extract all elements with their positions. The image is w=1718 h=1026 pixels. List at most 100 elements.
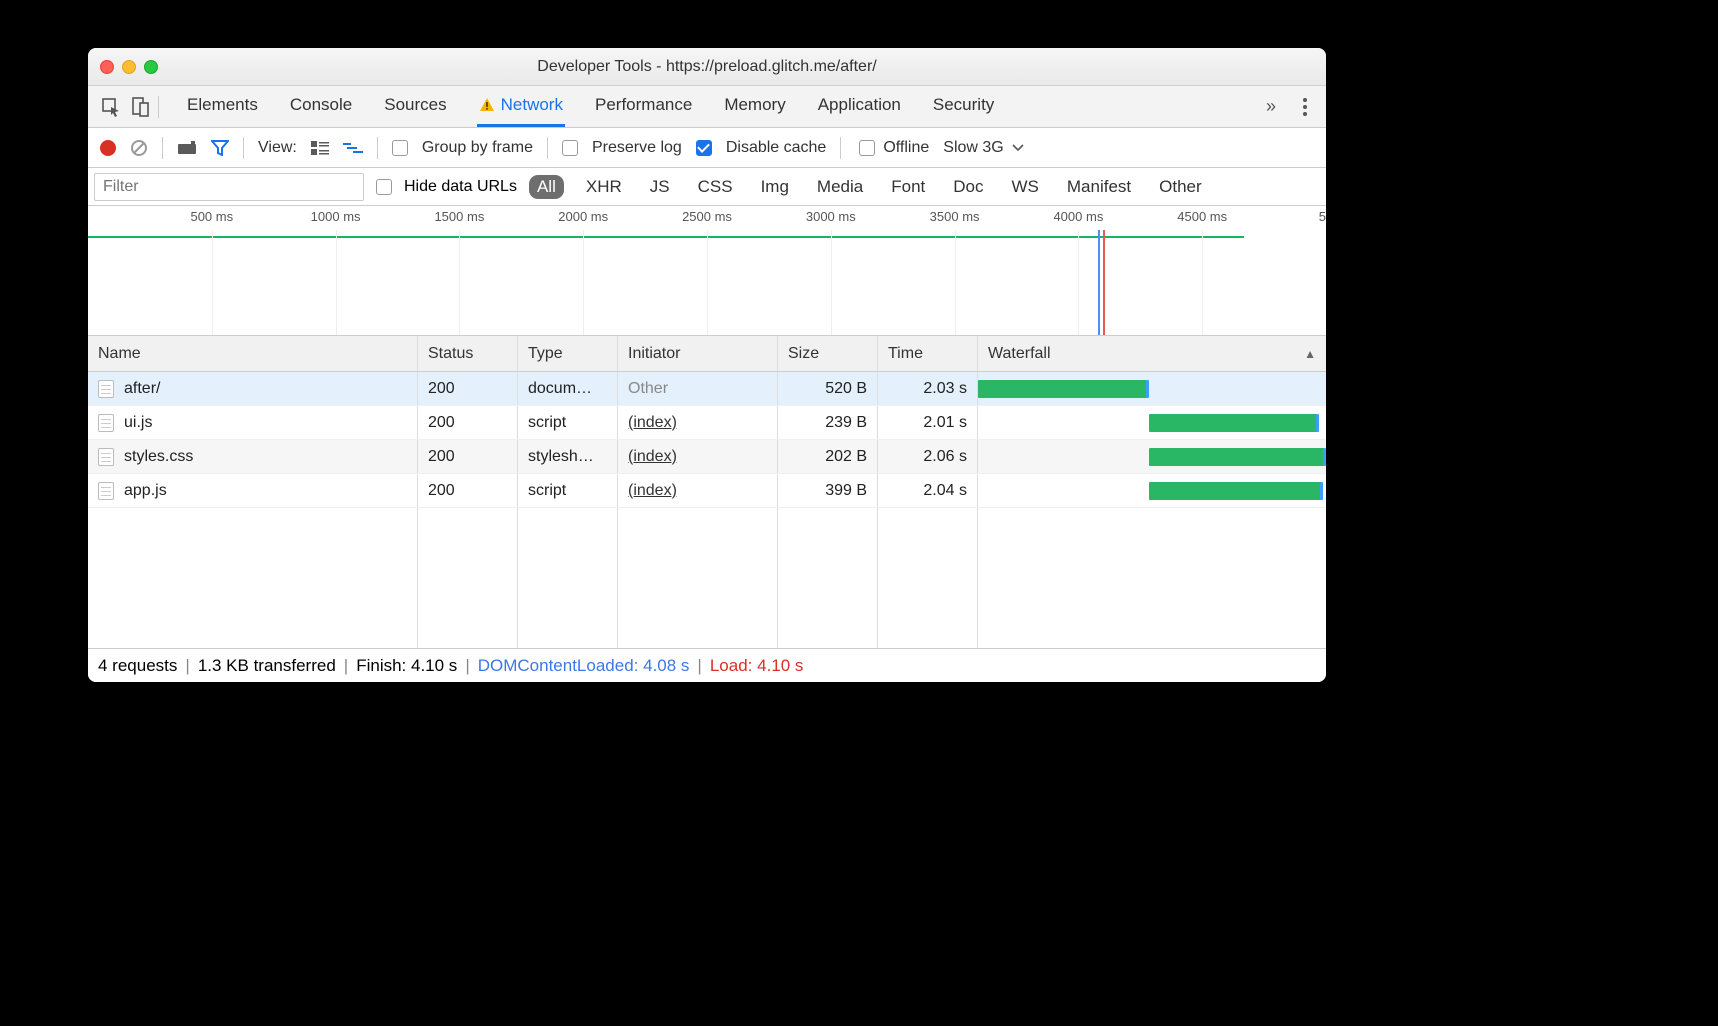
table-row[interactable]: styles.css200stylesh…(index)202 B2.06 s [88,440,1326,474]
cell-size: 520 B [778,372,878,405]
waterfall-bar [1149,414,1320,432]
filter-type-doc[interactable]: Doc [947,176,989,198]
timeline-tick: 4500 ms [1177,209,1227,224]
status-load: Load: 4.10 s [710,656,804,676]
warning-icon [479,97,495,113]
chevron-down-icon[interactable] [1012,144,1024,152]
file-icon [98,448,114,466]
cell-initiator[interactable]: (index) [618,406,778,439]
screenshots-icon[interactable] [177,141,197,155]
panel-tabs: Elements Console Sources Network Performance… [185,86,1254,127]
close-window-button[interactable] [100,60,114,74]
col-waterfall[interactable]: Waterfall ▲ [978,336,1326,371]
cell-waterfall [978,406,1326,439]
table-header: Name Status Type Initiator Size Time Wat… [88,336,1326,372]
hide-data-urls-checkbox[interactable] [376,179,392,195]
tab-performance[interactable]: Performance [593,86,694,127]
cell-time: 2.06 s [878,440,978,473]
file-icon [98,482,114,500]
type-filter-row: All XHR JS CSS Img Media Font Doc WS Manifest Othe… [529,175,1208,199]
col-type[interactable]: Type [518,336,618,371]
col-size[interactable]: Size [778,336,878,371]
tab-console[interactable]: Console [288,86,354,127]
col-status[interactable]: Status [418,336,518,371]
cell-name: ui.js [88,406,418,439]
timeline-tick: 4000 ms [1053,209,1103,224]
filter-type-media[interactable]: Media [811,176,869,198]
filter-type-js[interactable]: JS [644,176,676,198]
view-label: View: [258,139,297,157]
group-by-frame-label: Group by frame [422,139,533,157]
device-toolbar-icon[interactable] [128,94,154,120]
filter-type-xhr[interactable]: XHR [580,176,628,198]
cell-time: 2.04 s [878,474,978,507]
timeline-overview[interactable]: 500 ms1000 ms1500 ms2000 ms2500 ms3000 m… [88,206,1326,336]
col-name[interactable]: Name [88,336,418,371]
filter-type-img[interactable]: Img [755,176,795,198]
table-empty-space [88,508,1326,648]
cell-name: after/ [88,372,418,405]
overview-toggle-icon[interactable] [343,141,363,155]
divider [158,96,159,118]
hide-data-urls-label: Hide data URLs [404,178,517,196]
status-transferred: 1.3 KB transferred [198,656,336,676]
table-row[interactable]: after/200docum…Other520 B2.03 s [88,372,1326,406]
status-dcl: DOMContentLoaded: 4.08 s [478,656,690,676]
col-initiator[interactable]: Initiator [618,336,778,371]
sort-asc-icon: ▲ [1304,347,1316,361]
filter-type-all[interactable]: All [529,175,564,199]
divider [547,137,548,159]
offline-checkbox[interactable] [859,140,875,156]
record-button[interactable] [100,140,116,156]
divider [162,137,163,159]
titlebar: Developer Tools - https://preload.glitch… [88,48,1326,86]
offline-label: Offline [883,139,929,157]
table-row[interactable]: ui.js200script(index)239 B2.01 s [88,406,1326,440]
request-table: Name Status Type Initiator Size Time Wat… [88,336,1326,648]
network-toolbar: View: Group by frame Preserve log Disabl… [88,128,1326,168]
large-rows-icon[interactable] [311,141,329,155]
cell-size: 399 B [778,474,878,507]
tab-network[interactable]: Network [477,86,565,127]
filter-icon[interactable] [211,140,229,156]
cell-status: 200 [418,372,518,405]
disable-cache-checkbox[interactable] [696,140,712,156]
cell-status: 200 [418,474,518,507]
cell-time: 2.01 s [878,406,978,439]
tab-elements[interactable]: Elements [185,86,260,127]
timeline-gridline [336,230,337,335]
tab-security[interactable]: Security [931,86,996,127]
tabs-overflow-button[interactable]: » [1258,94,1284,120]
tab-sources[interactable]: Sources [382,86,448,127]
cell-initiator[interactable]: Other [618,372,778,405]
file-icon [98,380,114,398]
filter-type-font[interactable]: Font [885,176,931,198]
cell-type: stylesh… [518,440,618,473]
zoom-window-button[interactable] [144,60,158,74]
cell-initiator[interactable]: (index) [618,440,778,473]
filter-type-css[interactable]: CSS [692,176,739,198]
cell-name: styles.css [88,440,418,473]
group-by-frame-checkbox[interactable] [392,140,408,156]
table-row[interactable]: app.js200script(index)399 B2.04 s [88,474,1326,508]
filter-type-other[interactable]: Other [1153,176,1208,198]
dcl-marker [1098,230,1100,335]
more-menu-button[interactable] [1294,98,1316,116]
filter-type-manifest[interactable]: Manifest [1061,176,1137,198]
timeline-tick: 3000 ms [806,209,856,224]
preserve-log-label: Preserve log [592,139,682,157]
throttling-select[interactable]: Slow 3G [943,139,1003,157]
col-time[interactable]: Time [878,336,978,371]
preserve-log-checkbox[interactable] [562,140,578,156]
clear-button[interactable] [130,139,148,157]
filter-type-ws[interactable]: WS [1006,176,1045,198]
status-finish: Finish: 4.10 s [356,656,457,676]
timeline-gridline [831,230,832,335]
cell-waterfall [978,440,1326,473]
tab-application[interactable]: Application [816,86,903,127]
tab-memory[interactable]: Memory [722,86,787,127]
inspect-element-icon[interactable] [98,94,124,120]
filter-input[interactable] [94,173,364,201]
cell-initiator[interactable]: (index) [618,474,778,507]
minimize-window-button[interactable] [122,60,136,74]
